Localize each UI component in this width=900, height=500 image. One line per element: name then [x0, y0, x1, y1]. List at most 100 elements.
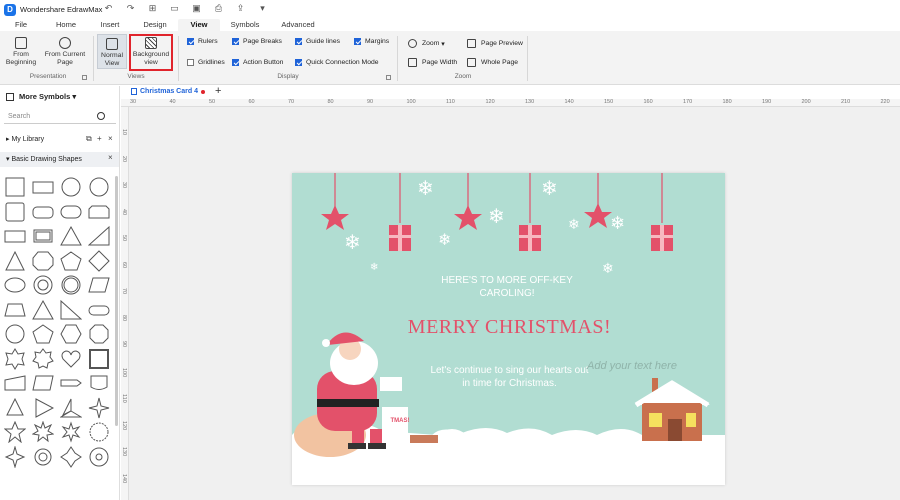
add-tab-icon[interactable]: +: [215, 85, 221, 97]
shape-item[interactable]: [60, 225, 82, 247]
shape-item[interactable]: [88, 421, 110, 443]
shape-item[interactable]: [4, 225, 26, 247]
tab-design[interactable]: Design: [134, 19, 176, 31]
tab-home[interactable]: Home: [45, 19, 87, 31]
more-symbols-button[interactable]: More Symbols ▾: [6, 92, 76, 101]
shape-item[interactable]: [60, 299, 82, 321]
normal-view-button[interactable]: Normal View: [97, 34, 127, 69]
save-icon[interactable]: ▣: [190, 3, 203, 14]
shape-item[interactable]: [4, 347, 26, 370]
new-icon[interactable]: ⊞: [146, 3, 159, 14]
shape-item[interactable]: [88, 299, 110, 321]
from-current-page-label: From Current Page: [44, 51, 86, 66]
ruler-tick-label: 170: [683, 99, 693, 105]
shape-item[interactable]: [4, 250, 26, 272]
shape-item[interactable]: [88, 446, 110, 468]
close-icon[interactable]: ×: [108, 134, 113, 143]
tab-advanced[interactable]: Advanced: [274, 19, 322, 31]
card-page[interactable]: ❄ ❄ ❄ ❄ ❄ ❄ ❄ ❄ ❄ HERE'S TO MORE OFF-KEY…: [292, 173, 725, 485]
export-icon[interactable]: ⇪: [234, 3, 247, 14]
add-icon[interactable]: +: [97, 134, 102, 143]
shape-item[interactable]: [88, 372, 110, 394]
shape-item[interactable]: [60, 274, 82, 296]
shape-item[interactable]: [88, 323, 110, 345]
whole-page-button[interactable]: Whole Page: [467, 58, 518, 67]
tab-view[interactable]: View: [178, 19, 220, 31]
gridlines-checkbox[interactable]: Gridlines: [187, 59, 225, 66]
from-beginning-button[interactable]: From Beginning: [3, 37, 39, 67]
shape-item[interactable]: [88, 274, 110, 296]
shape-item[interactable]: [4, 274, 26, 296]
shape-item[interactable]: [60, 176, 82, 198]
shape-item[interactable]: [4, 176, 26, 198]
shape-item[interactable]: [32, 250, 54, 272]
shape-item[interactable]: [60, 421, 82, 443]
shape-item[interactable]: [32, 225, 54, 247]
shape-item[interactable]: [60, 348, 82, 370]
snowflake-icon: ❄: [344, 230, 361, 254]
shape-item[interactable]: [32, 274, 54, 296]
document-tab[interactable]: Christmas Card 4: [131, 88, 198, 95]
shape-item[interactable]: [32, 201, 54, 223]
quick-connection-label: Quick Connection Mode: [306, 59, 379, 66]
shape-item[interactable]: [32, 299, 54, 321]
shape-item[interactable]: [60, 445, 82, 468]
display-launcher-icon[interactable]: [386, 75, 391, 80]
highlight-box: [129, 34, 173, 71]
shape-item[interactable]: [4, 299, 26, 321]
action-button-checkbox[interactable]: Action Button: [232, 59, 283, 66]
more-icon[interactable]: ▾: [256, 3, 269, 14]
shape-item[interactable]: [32, 397, 54, 419]
shape-item[interactable]: [88, 348, 110, 370]
shape-item[interactable]: [88, 397, 110, 419]
close-icon[interactable]: ×: [108, 153, 113, 162]
import-icon[interactable]: ⧉: [86, 134, 92, 144]
page-breaks-checkbox[interactable]: Page Breaks: [232, 38, 282, 45]
text-placeholder[interactable]: Add your text here: [577, 360, 687, 372]
card-subtitle[interactable]: HERE'S TO MORE OFF-KEY CAROLING!: [402, 274, 612, 300]
margins-checkbox[interactable]: Margins: [354, 38, 389, 45]
shape-item[interactable]: [88, 225, 110, 247]
zoom-button[interactable]: Zoom ▾: [408, 39, 445, 48]
page-width-button[interactable]: Page Width: [408, 58, 457, 67]
shape-item[interactable]: [60, 201, 82, 223]
from-current-page-button[interactable]: From Current Page: [42, 37, 88, 67]
shape-item[interactable]: [88, 201, 110, 223]
shape-item[interactable]: [4, 421, 26, 443]
card-headline[interactable]: MERRY CHRISTMAS!: [402, 316, 617, 339]
presentation-launcher-icon[interactable]: [82, 75, 87, 80]
shape-item[interactable]: [4, 372, 26, 394]
shape-item[interactable]: [60, 372, 82, 394]
guide-lines-checkbox[interactable]: Guide lines: [295, 38, 340, 45]
tab-insert[interactable]: Insert: [90, 19, 130, 31]
quick-connection-checkbox[interactable]: Quick Connection Mode: [295, 59, 379, 66]
tab-file[interactable]: File: [0, 19, 42, 31]
redo-icon[interactable]: ↷: [124, 3, 137, 14]
scrollbar[interactable]: [115, 176, 118, 426]
tab-symbols[interactable]: Symbols: [224, 19, 266, 31]
shape-item[interactable]: [32, 323, 54, 345]
shape-item[interactable]: [32, 372, 54, 394]
shape-item[interactable]: [60, 250, 82, 272]
shape-item[interactable]: [60, 397, 82, 419]
shape-item[interactable]: [88, 249, 110, 272]
shape-item[interactable]: [4, 323, 26, 345]
print-icon[interactable]: ⎙: [212, 3, 225, 14]
card-subtitle-line2: CAROLING!: [479, 288, 535, 299]
shape-item[interactable]: [4, 397, 26, 419]
shape-item[interactable]: [4, 201, 26, 223]
rulers-checkbox[interactable]: Rulers: [187, 38, 218, 45]
shape-item[interactable]: [60, 323, 82, 345]
shape-item[interactable]: [4, 445, 26, 468]
shape-item[interactable]: [32, 176, 54, 198]
search-icon[interactable]: [97, 112, 105, 120]
undo-icon[interactable]: ↶: [102, 3, 115, 14]
shape-item[interactable]: [32, 347, 54, 370]
shape-item[interactable]: [32, 446, 54, 468]
shape-item[interactable]: [32, 421, 54, 443]
shape-item[interactable]: [88, 176, 110, 198]
basic-drawing-shapes-header[interactable]: ▾ Basic Drawing Shapes: [0, 152, 119, 167]
my-library-item[interactable]: ▸ My Library: [6, 135, 44, 144]
page-preview-button[interactable]: Page Preview: [467, 39, 523, 48]
open-icon[interactable]: ▭: [168, 3, 181, 14]
